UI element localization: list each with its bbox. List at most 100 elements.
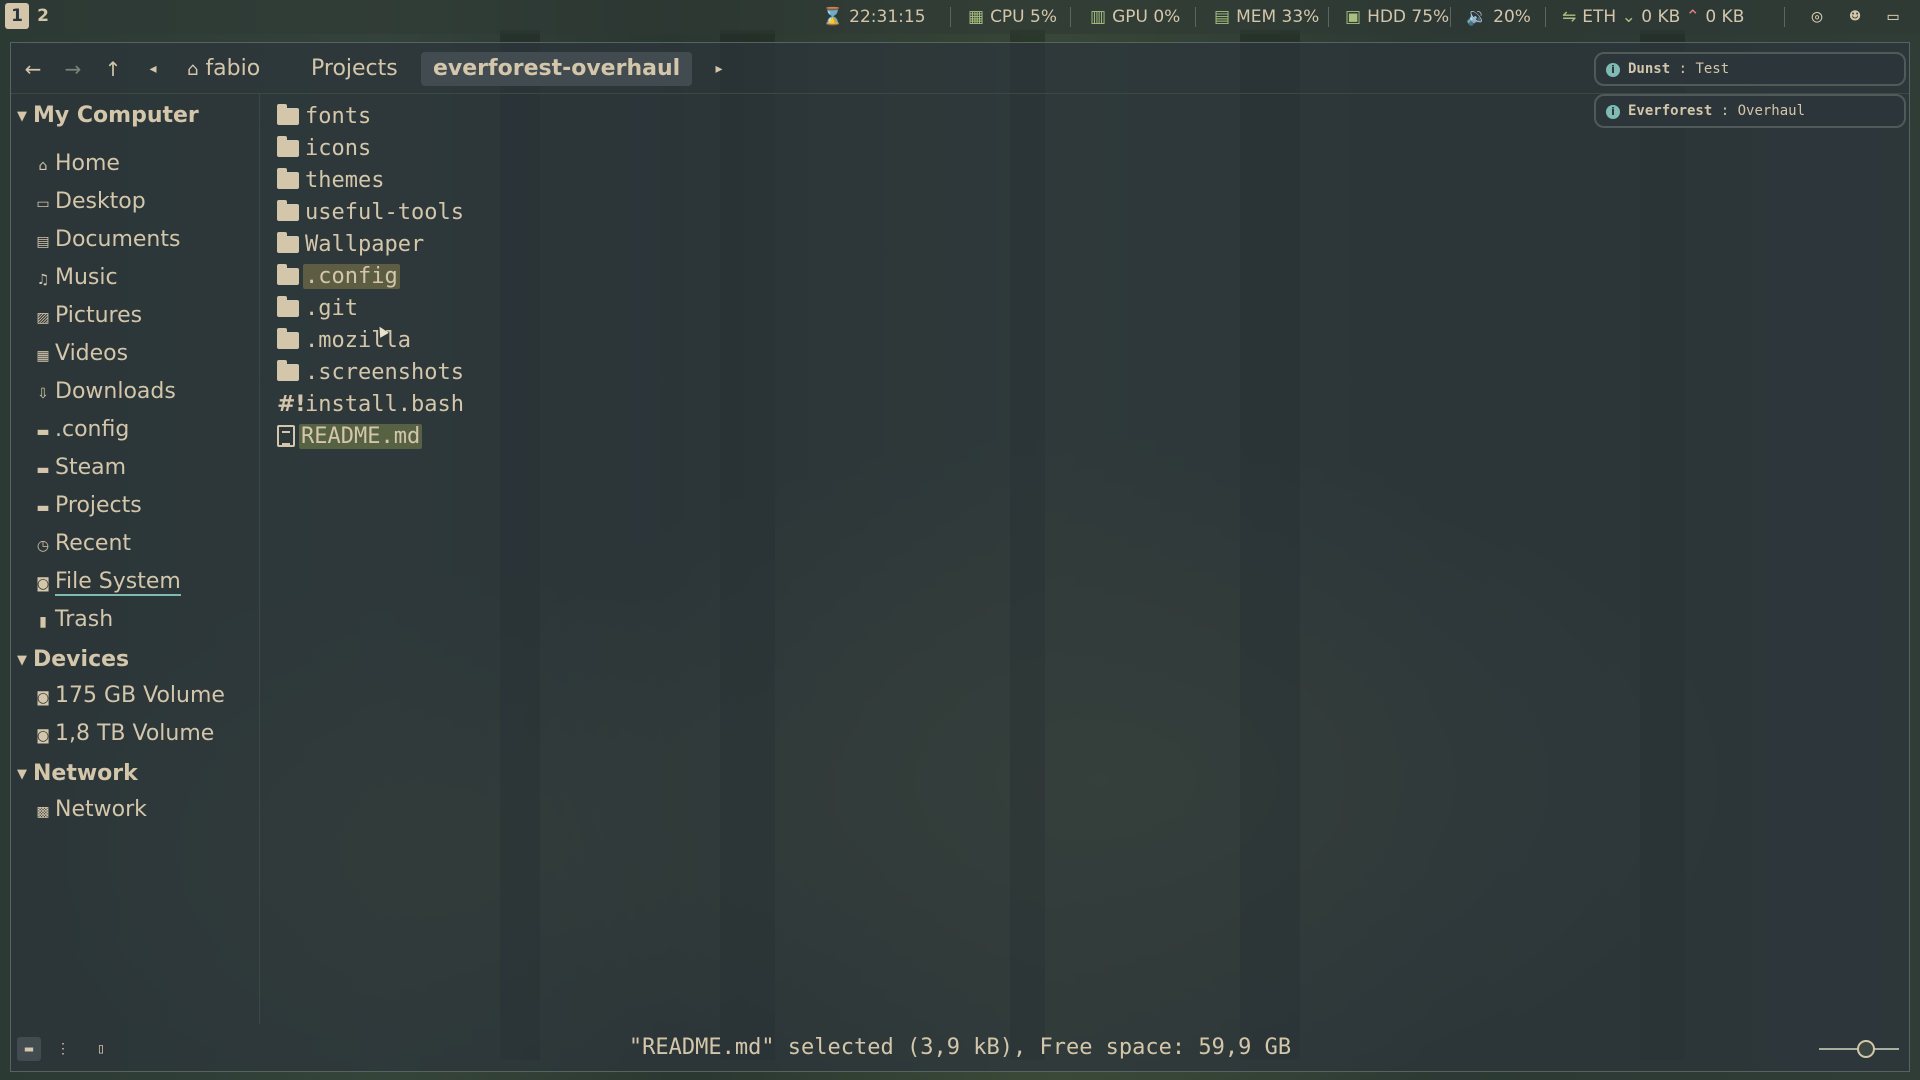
sidebar-item-label: 1,8 TB Volume [55,721,215,746]
sidebar-item-label: .config [55,417,130,442]
mem-text: MEM 33% [1236,7,1320,27]
notification-text: Everforest : Overhaul [1628,94,1805,128]
file-item[interactable]: .screenshots [277,358,466,388]
sidebar-item-home[interactable]: ⌂ Home [35,148,120,180]
file-name: fonts [305,104,372,129]
gpu-module: ▥ GPU 0% [1090,0,1180,34]
forward-button[interactable]: → [57,55,89,83]
workspace-2[interactable]: 2 [31,3,55,29]
speaker-icon: 🔉 [1466,7,1488,27]
picture-icon: ▨ [36,310,50,326]
sidebar-item-label: File System [55,569,181,596]
folder-icon: ▬ [36,500,50,516]
file-manager-window: ← → ↑ ◂ ⌂ fabio Projects everforest-over… [10,42,1910,1072]
drive-icon: ◙ [36,728,50,744]
file-item[interactable]: #!install.bash [277,390,466,420]
volume-module[interactable]: 🔉 20% [1466,0,1531,34]
file-name: Wallpaper [305,232,425,257]
download-arrow-icon: ⌄ [1621,7,1636,27]
home-icon: ⌂ [38,158,48,174]
collapse-triangle-icon: ▼ [17,653,27,668]
file-item-hovered[interactable]: .config [277,262,400,292]
clock-text: 22:31:15 [849,7,926,27]
sidebar-item-config[interactable]: ▬ .config [35,414,129,446]
section-devices[interactable]: ▼ Devices [17,644,129,676]
separator [1328,7,1329,27]
sidebar-item-downloads[interactable]: ⇩ Downloads [35,376,176,408]
drive-icon: ◙ [36,576,50,592]
folder-icon [277,232,299,253]
discord-icon[interactable]: ☻ [1844,6,1866,28]
notification-body: Test [1695,61,1730,77]
file-item[interactable]: themes [277,166,386,196]
sidebar-item-file-system[interactable]: ◙ File System [35,566,181,598]
back-button[interactable]: ← [17,55,49,83]
sidebar-item-steam[interactable]: ▬ Steam [35,452,126,484]
volume-text: 20% [1493,7,1531,27]
sidebar-item-videos[interactable]: ▦ Videos [35,338,128,370]
cpu-icon: ▦ [968,7,985,27]
file-name: README.md [299,424,423,449]
breadcrumb-prev-button[interactable]: ◂ [137,55,169,83]
file-name: useful-tools [305,200,464,225]
breadcrumb-next-button[interactable]: ▸ [703,55,735,83]
harddisk-icon: ▣ [1345,7,1362,27]
breadcrumb-projects[interactable]: Projects [299,52,410,86]
folder-icon [277,296,299,317]
sidebar-item-label: Projects [55,493,142,518]
gpu-text: GPU 0% [1112,7,1181,27]
sidebar-item-label: Home [55,151,120,176]
file-item[interactable]: fonts [277,102,373,132]
separator [1784,7,1785,27]
sidebar-item-network[interactable]: ▩ Network [35,794,146,826]
sidebar-item-label: Downloads [55,379,176,404]
collapse-triangle-icon: ▼ [17,767,27,782]
sidebar-item-desktop[interactable]: ▭ Desktop [35,186,145,218]
zoom-slider-handle[interactable] [1857,1040,1875,1058]
up-button[interactable]: ↑ [97,55,129,83]
sidebar-item-projects[interactable]: ▬ Projects [35,490,142,522]
file-item-selected[interactable]: README.md [277,422,423,452]
screen-icon[interactable]: ▭ [1882,6,1904,28]
sidebar-item-label: 175 GB Volume [55,683,225,708]
folder-icon [277,168,299,189]
breadcrumb-home[interactable]: ⌂ fabio [175,52,272,86]
info-icon: i [1606,63,1620,77]
sidebar-item-recent[interactable]: ◷ Recent [35,528,131,560]
cpu-text: CPU 5% [990,7,1057,27]
file-list: fonts icons themes useful-tools Wallpape… [267,94,867,994]
breadcrumb-current[interactable]: everforest-overhaul [421,52,693,86]
sidebar-item-pictures[interactable]: ▨ Pictures [35,300,142,332]
separator [1450,7,1451,27]
script-icon: #! [277,392,306,417]
separator [1545,7,1546,27]
document-icon: ▤ [36,234,50,250]
folder-icon [277,328,299,349]
sidebar-item-trash[interactable]: ▮ Trash [35,604,113,636]
file-item[interactable]: .git [277,294,360,324]
sidebar-item-volume-1-8tb[interactable]: ◙ 1,8 TB Volume [35,718,214,750]
file-item[interactable]: .mozilla [277,326,413,356]
status-bar: ▬ ⋮ ▯ "README.md" selected (3,9 kB), Fre… [11,1027,1909,1071]
sidebar-item-music[interactable]: ♫ Music [35,262,118,294]
notification[interactable]: i Everforest : Overhaul [1594,94,1906,128]
sidebar-item-documents[interactable]: ▤ Documents [35,224,180,256]
workspace-1[interactable]: 1 [5,3,29,29]
notification[interactable]: i Dunst : Test [1594,52,1906,86]
steam-icon[interactable]: ◎ [1806,6,1828,28]
file-item[interactable]: Wallpaper [277,230,426,260]
notification-separator: : [1712,103,1738,119]
cpu-module: ▦ CPU 5% [968,0,1057,34]
file-item[interactable]: icons [277,134,373,164]
gpu-icon: ▥ [1090,7,1107,27]
file-name: .git [305,296,358,321]
document-icon [277,425,295,447]
folder-icon [277,360,299,381]
section-network[interactable]: ▼ Network [17,758,138,790]
file-item[interactable]: useful-tools [277,198,466,228]
sidebar-item-volume-175gb[interactable]: ◙ 175 GB Volume [35,680,225,712]
sidebar-item-label: Steam [55,455,127,480]
desktop-icon: ▭ [36,196,50,212]
sidebar-item-label: Videos [55,341,129,366]
section-my-computer[interactable]: ▼ My Computer [17,100,199,132]
